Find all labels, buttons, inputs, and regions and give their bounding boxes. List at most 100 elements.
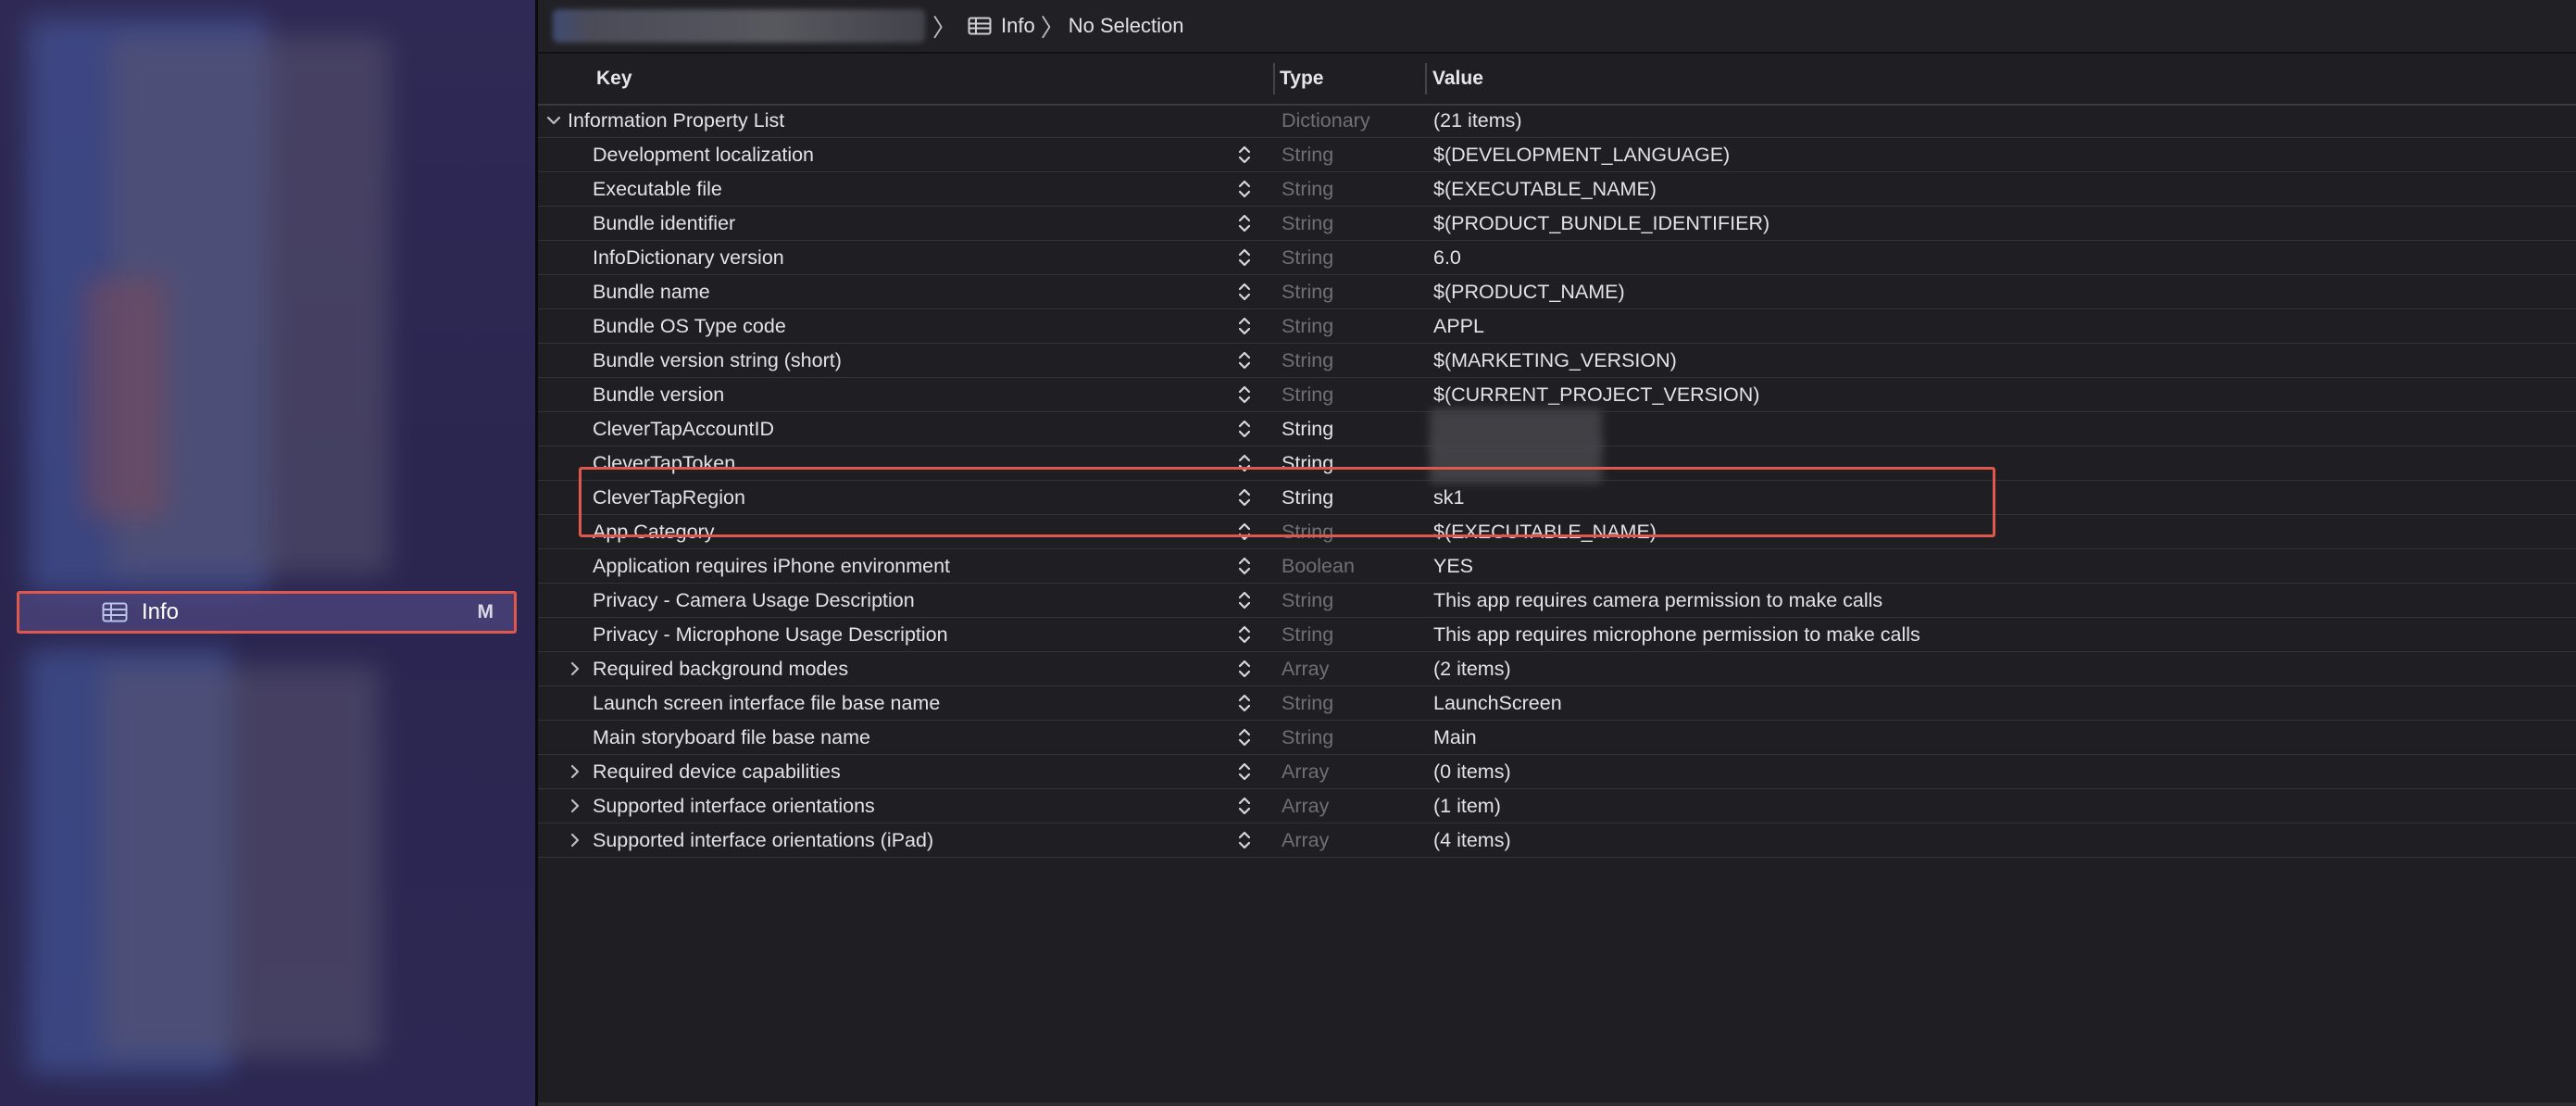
row-type[interactable]: String: [1282, 344, 1333, 377]
row-key[interactable]: CleverTapRegion: [593, 481, 745, 514]
plist-row[interactable]: Launch screen interface file base name St…: [538, 686, 2576, 721]
column-header-key[interactable]: Key: [596, 54, 632, 104]
row-type[interactable]: String: [1282, 241, 1333, 274]
navigator-item-info[interactable]: Info M: [17, 591, 517, 634]
row-type[interactable]: Dictionary: [1282, 104, 1370, 137]
row-value[interactable]: APPL: [1433, 309, 1484, 343]
row-key[interactable]: Main storyboard file base name: [593, 721, 870, 754]
row-value[interactable]: sk1: [1433, 481, 1464, 514]
type-stepper-icon[interactable]: [1238, 555, 1251, 577]
row-key[interactable]: InfoDictionary version: [593, 241, 784, 274]
row-type[interactable]: Array: [1282, 823, 1329, 857]
plist-row[interactable]: InfoDictionary version String 6.0: [538, 241, 2576, 275]
row-key[interactable]: Required device capabilities: [593, 755, 841, 788]
row-type[interactable]: String: [1282, 309, 1333, 343]
row-key[interactable]: Bundle version: [593, 378, 724, 411]
row-key[interactable]: Bundle version string (short): [593, 344, 842, 377]
row-value[interactable]: This app requires camera permission to m…: [1433, 584, 1882, 617]
type-stepper-icon[interactable]: [1238, 418, 1251, 440]
chevron-right-icon[interactable]: [569, 789, 581, 823]
type-stepper-icon[interactable]: [1238, 760, 1251, 783]
row-key[interactable]: App Category: [593, 515, 714, 548]
type-stepper-icon[interactable]: [1238, 829, 1251, 851]
type-stepper-icon[interactable]: [1238, 486, 1251, 509]
row-type[interactable]: String: [1282, 412, 1333, 446]
row-type[interactable]: String: [1282, 172, 1333, 206]
type-stepper-icon[interactable]: [1238, 623, 1251, 646]
plist-row[interactable]: CleverTapToken String: [538, 443, 2576, 484]
row-type[interactable]: String: [1282, 515, 1333, 548]
row-key[interactable]: Privacy - Microphone Usage Description: [593, 618, 948, 651]
breadcrumb-item-no-selection[interactable]: No Selection: [1069, 14, 1184, 38]
plist-row[interactable]: Bundle OS Type code String APPL: [538, 309, 2576, 344]
row-key[interactable]: Supported interface orientations (iPad): [593, 823, 933, 857]
row-key[interactable]: Required background modes: [593, 652, 848, 685]
column-header-type[interactable]: Type: [1280, 54, 1323, 104]
plist-row[interactable]: Main storyboard file base name String Main: [538, 721, 2576, 755]
type-stepper-icon[interactable]: [1238, 795, 1251, 817]
plist-row[interactable]: Executable file String $(EXECUTABLE_NAME): [538, 172, 2576, 207]
row-value[interactable]: $(MARKETING_VERSION): [1433, 344, 1677, 377]
row-type[interactable]: String: [1282, 618, 1333, 651]
row-value[interactable]: YES: [1433, 549, 1473, 583]
plist-row[interactable]: Privacy - Microphone Usage Description St…: [538, 618, 2576, 652]
type-stepper-icon[interactable]: [1238, 589, 1251, 611]
chevron-right-icon[interactable]: [569, 652, 581, 685]
plist-row[interactable]: Required background modes Array (2 items): [538, 652, 2576, 686]
row-value[interactable]: $(CURRENT_PROJECT_VERSION): [1433, 378, 1759, 411]
type-stepper-icon[interactable]: [1238, 658, 1251, 680]
type-stepper-icon[interactable]: [1238, 383, 1251, 406]
type-stepper-icon[interactable]: [1238, 692, 1251, 714]
row-value[interactable]: (2 items): [1433, 652, 1511, 685]
row-type[interactable]: Array: [1282, 652, 1329, 685]
row-value[interactable]: (0 items): [1433, 755, 1511, 788]
plist-row[interactable]: Bundle identifier String $(PRODUCT_BUNDLE_…: [538, 207, 2576, 241]
row-value[interactable]: $(PRODUCT_BUNDLE_IDENTIFIER): [1433, 207, 1769, 240]
row-value[interactable]: LaunchScreen: [1433, 686, 1562, 720]
row-key[interactable]: Bundle name: [593, 275, 710, 308]
type-stepper-icon[interactable]: [1238, 144, 1251, 166]
row-key[interactable]: CleverTapToken: [593, 446, 735, 480]
row-key[interactable]: Executable file: [593, 172, 722, 206]
plist-row[interactable]: Bundle name String $(PRODUCT_NAME): [538, 275, 2576, 309]
row-type[interactable]: String: [1282, 207, 1333, 240]
row-type[interactable]: String: [1282, 378, 1333, 411]
row-type[interactable]: String: [1282, 275, 1333, 308]
plist-row[interactable]: Development localization String $(DEVELOPM…: [538, 138, 2576, 172]
row-type[interactable]: String: [1282, 584, 1333, 617]
row-value[interactable]: Main: [1433, 721, 1477, 754]
row-value[interactable]: This app requires microphone permission …: [1433, 618, 1920, 651]
row-type[interactable]: String: [1282, 481, 1333, 514]
row-key[interactable]: Bundle identifier: [593, 207, 735, 240]
row-key[interactable]: Information Property List: [568, 104, 784, 137]
plist-row[interactable]: Supported interface orientations Array (1 …: [538, 789, 2576, 823]
row-value[interactable]: $(PRODUCT_NAME): [1433, 275, 1625, 308]
column-divider[interactable]: [1273, 63, 1275, 94]
plist-row[interactable]: Privacy - Camera Usage Description String…: [538, 584, 2576, 618]
breadcrumb-item-info[interactable]: Info: [1001, 14, 1035, 38]
plist-row[interactable]: Information Property List Dictionary (21 i…: [538, 104, 2576, 138]
row-value[interactable]: (1 item): [1433, 789, 1501, 823]
row-key[interactable]: Bundle OS Type code: [593, 309, 786, 343]
row-value[interactable]: $(DEVELOPMENT_LANGUAGE): [1433, 138, 1730, 171]
type-stepper-icon[interactable]: [1238, 315, 1251, 337]
row-key[interactable]: Development localization: [593, 138, 814, 171]
row-type[interactable]: Array: [1282, 755, 1329, 788]
row-key[interactable]: CleverTapAccountID: [593, 412, 774, 446]
blurred-breadcrumb-path[interactable]: [553, 9, 925, 43]
row-value[interactable]: (4 items): [1433, 823, 1511, 857]
column-divider[interactable]: [1425, 63, 1427, 94]
plist-row[interactable]: CleverTapAccountID String: [538, 408, 2576, 449]
chevron-right-icon[interactable]: [569, 755, 581, 788]
plist-row[interactable]: Required device capabilities Array (0 item…: [538, 755, 2576, 789]
type-stepper-icon[interactable]: [1238, 281, 1251, 303]
row-type[interactable]: Boolean: [1282, 549, 1355, 583]
plist-row[interactable]: Bundle version string (short) String $(MAR…: [538, 344, 2576, 378]
plist-row[interactable]: CleverTapRegion String sk1: [538, 481, 2576, 515]
row-type[interactable]: String: [1282, 138, 1333, 171]
plist-row[interactable]: Application requires iPhone environment B…: [538, 549, 2576, 584]
row-type[interactable]: String: [1282, 721, 1333, 754]
row-key[interactable]: Application requires iPhone environment: [593, 549, 950, 583]
redacted-value[interactable]: [1430, 443, 1602, 484]
row-type[interactable]: String: [1282, 446, 1333, 480]
